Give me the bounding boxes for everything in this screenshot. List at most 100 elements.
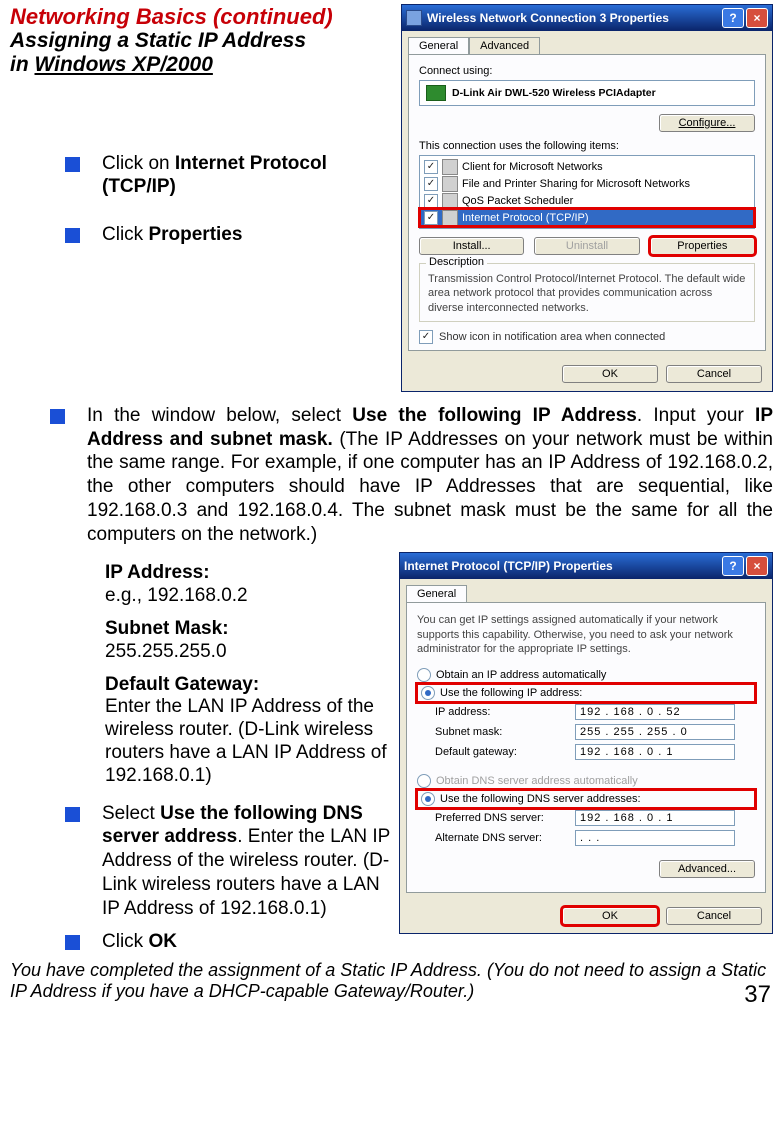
description-text: Transmission Control Protocol/Internet P… — [428, 272, 746, 315]
checkbox-icon[interactable]: ✓ — [424, 211, 438, 225]
close-button[interactable]: × — [746, 556, 768, 576]
bullet-2a: Click — [102, 224, 148, 245]
heading-line2: Assigning a Static IP Address — [10, 29, 391, 53]
dialog-title: Internet Protocol (TCP/IP) Properties — [404, 559, 613, 573]
preferred-dns-row: Preferred DNS server: 192 . 168 . 0 . 1 — [417, 808, 755, 828]
subnet-mask-info: Subnet Mask: 255.255.255.0 — [105, 618, 395, 664]
configure-button[interactable]: Configure... — [659, 114, 755, 132]
cancel-button[interactable]: Cancel — [666, 365, 762, 383]
item-text: QoS Packet Scheduler — [462, 195, 573, 207]
service-icon — [442, 193, 458, 209]
help-button[interactable]: ? — [722, 8, 744, 28]
close-button[interactable]: × — [746, 8, 768, 28]
bullet-4: Select Use the following DNS server addr… — [65, 802, 395, 921]
radio-obtain-ip[interactable]: Obtain an IP address automatically — [417, 666, 755, 684]
heading-line1: Networking Basics (continued) — [10, 4, 391, 29]
gateway-text: Enter the LAN IP Address of the wireless… — [105, 696, 395, 787]
b5a: Click — [102, 931, 148, 952]
adapter-name: D-Link Air DWL-520 Wireless PCIAdapter — [452, 87, 656, 99]
subnet-mask-value: 255.255.255.0 — [105, 641, 395, 664]
connection-properties-dialog: Wireless Network Connection 3 Properties… — [401, 4, 773, 392]
tab-advanced[interactable]: Advanced — [469, 37, 540, 54]
install-button[interactable]: Install... — [419, 237, 524, 255]
dialog-footer: OK Cancel — [400, 899, 772, 933]
tabs: General — [406, 585, 766, 602]
radio-use-ip[interactable]: Use the following IP address: — [417, 684, 755, 702]
list-item-tcpip[interactable]: ✓ Internet Protocol (TCP/IP) — [420, 209, 754, 226]
app-icon — [406, 10, 422, 26]
description-group: Description Transmission Control Protoco… — [419, 263, 755, 322]
pdns-label: Preferred DNS server: — [435, 812, 575, 824]
b3b: Use the following IP Address — [352, 405, 637, 426]
ip-address-label: IP Address: — [105, 562, 395, 585]
sm-field[interactable]: 255 . 255 . 255 . 0 — [575, 724, 735, 740]
heading-in: in — [10, 53, 35, 76]
ip-address-value: e.g., 192.168.0.2 — [105, 585, 395, 608]
subnet-mask-label: Subnet Mask: — [105, 618, 395, 641]
checkbox-icon[interactable]: ✓ — [424, 160, 438, 174]
bullet-square-icon — [50, 409, 65, 424]
gw-field[interactable]: 192 . 168 . 0 . 1 — [575, 744, 735, 760]
radio-use-dns[interactable]: Use the following DNS server addresses: — [417, 790, 755, 808]
items-listbox[interactable]: ✓ Client for Microsoft Networks ✓ File a… — [419, 155, 755, 229]
radio-icon — [421, 686, 435, 700]
bullet-5-text: Click OK — [102, 930, 395, 954]
gateway-row: Default gateway: 192 . 168 . 0 . 1 — [417, 742, 755, 762]
bullet-square-icon — [65, 228, 80, 243]
radio-icon — [417, 774, 431, 788]
item-text: Internet Protocol (TCP/IP) — [462, 212, 589, 224]
tab-general[interactable]: General — [408, 37, 469, 54]
bullet-3-text: In the window below, select Use the foll… — [87, 404, 773, 547]
gateway-info: Default Gateway: Enter the LAN IP Addres… — [105, 674, 395, 788]
ok-button[interactable]: OK — [562, 907, 658, 925]
tab-panel-general: Connect using: D-Link Air DWL-520 Wirele… — [408, 54, 766, 351]
protocol-icon — [442, 210, 458, 226]
b3a: In the window below, select — [87, 405, 352, 426]
ok-button[interactable]: OK — [562, 365, 658, 383]
properties-button[interactable]: Properties — [650, 237, 755, 255]
radio-obtain-dns: Obtain DNS server address automatically — [417, 772, 755, 790]
dialog-footer: OK Cancel — [402, 357, 772, 391]
cancel-button[interactable]: Cancel — [666, 907, 762, 925]
radio-label: Use the following DNS server addresses: — [440, 793, 641, 805]
list-item[interactable]: ✓ Client for Microsoft Networks — [420, 158, 754, 175]
checkbox-icon[interactable]: ✓ — [424, 194, 438, 208]
radio-icon — [421, 792, 435, 806]
tcpip-properties-dialog: Internet Protocol (TCP/IP) Properties ? … — [399, 552, 773, 934]
b5b: OK — [148, 931, 177, 952]
tab-general[interactable]: General — [406, 585, 467, 602]
show-icon-row[interactable]: ✓ Show icon in notification area when co… — [419, 330, 755, 344]
bullet-square-icon — [65, 935, 80, 950]
checkbox-icon[interactable]: ✓ — [419, 330, 433, 344]
item-text: File and Printer Sharing for Microsoft N… — [462, 178, 690, 190]
adapter-box: D-Link Air DWL-520 Wireless PCIAdapter — [419, 80, 755, 106]
item-text: Client for Microsoft Networks — [462, 161, 603, 173]
bullet-1-text: Click on Internet Protocol (TCP/IP) — [102, 152, 391, 200]
alternate-dns-row: Alternate DNS server: . . . — [417, 828, 755, 848]
titlebar: Internet Protocol (TCP/IP) Properties ? … — [400, 553, 772, 579]
list-item[interactable]: ✓ File and Printer Sharing for Microsoft… — [420, 175, 754, 192]
heading-red: Networking Basics — [10, 4, 213, 29]
subnet-mask-row: Subnet mask: 255 . 255 . 255 . 0 — [417, 722, 755, 742]
bullet-square-icon — [65, 157, 80, 172]
heading-os: Windows XP/2000 — [35, 53, 213, 76]
b3c: . Input your — [637, 405, 755, 426]
radio-label: Obtain an IP address automatically — [436, 669, 606, 681]
help-button[interactable]: ? — [722, 556, 744, 576]
advanced-button[interactable]: Advanced... — [659, 860, 755, 878]
radio-icon — [417, 668, 431, 682]
radio-label: Use the following IP address: — [440, 687, 582, 699]
intro-text: You can get IP settings assigned automat… — [417, 613, 755, 656]
list-item[interactable]: ✓ QoS Packet Scheduler — [420, 192, 754, 209]
pdns-field[interactable]: 192 . 168 . 0 . 1 — [575, 810, 735, 826]
heading-red-continued: (continued) — [213, 4, 333, 29]
radio-label: Obtain DNS server address automatically — [436, 775, 638, 787]
connect-using-label: Connect using: — [419, 65, 755, 77]
uninstall-button: Uninstall — [534, 237, 639, 255]
uses-items-label: This connection uses the following items… — [419, 140, 755, 152]
bullet-square-icon — [65, 807, 80, 822]
gw-label: Default gateway: — [435, 746, 575, 758]
adns-field[interactable]: . . . — [575, 830, 735, 846]
ip-field[interactable]: 192 . 168 . 0 . 52 — [575, 704, 735, 720]
checkbox-icon[interactable]: ✓ — [424, 177, 438, 191]
